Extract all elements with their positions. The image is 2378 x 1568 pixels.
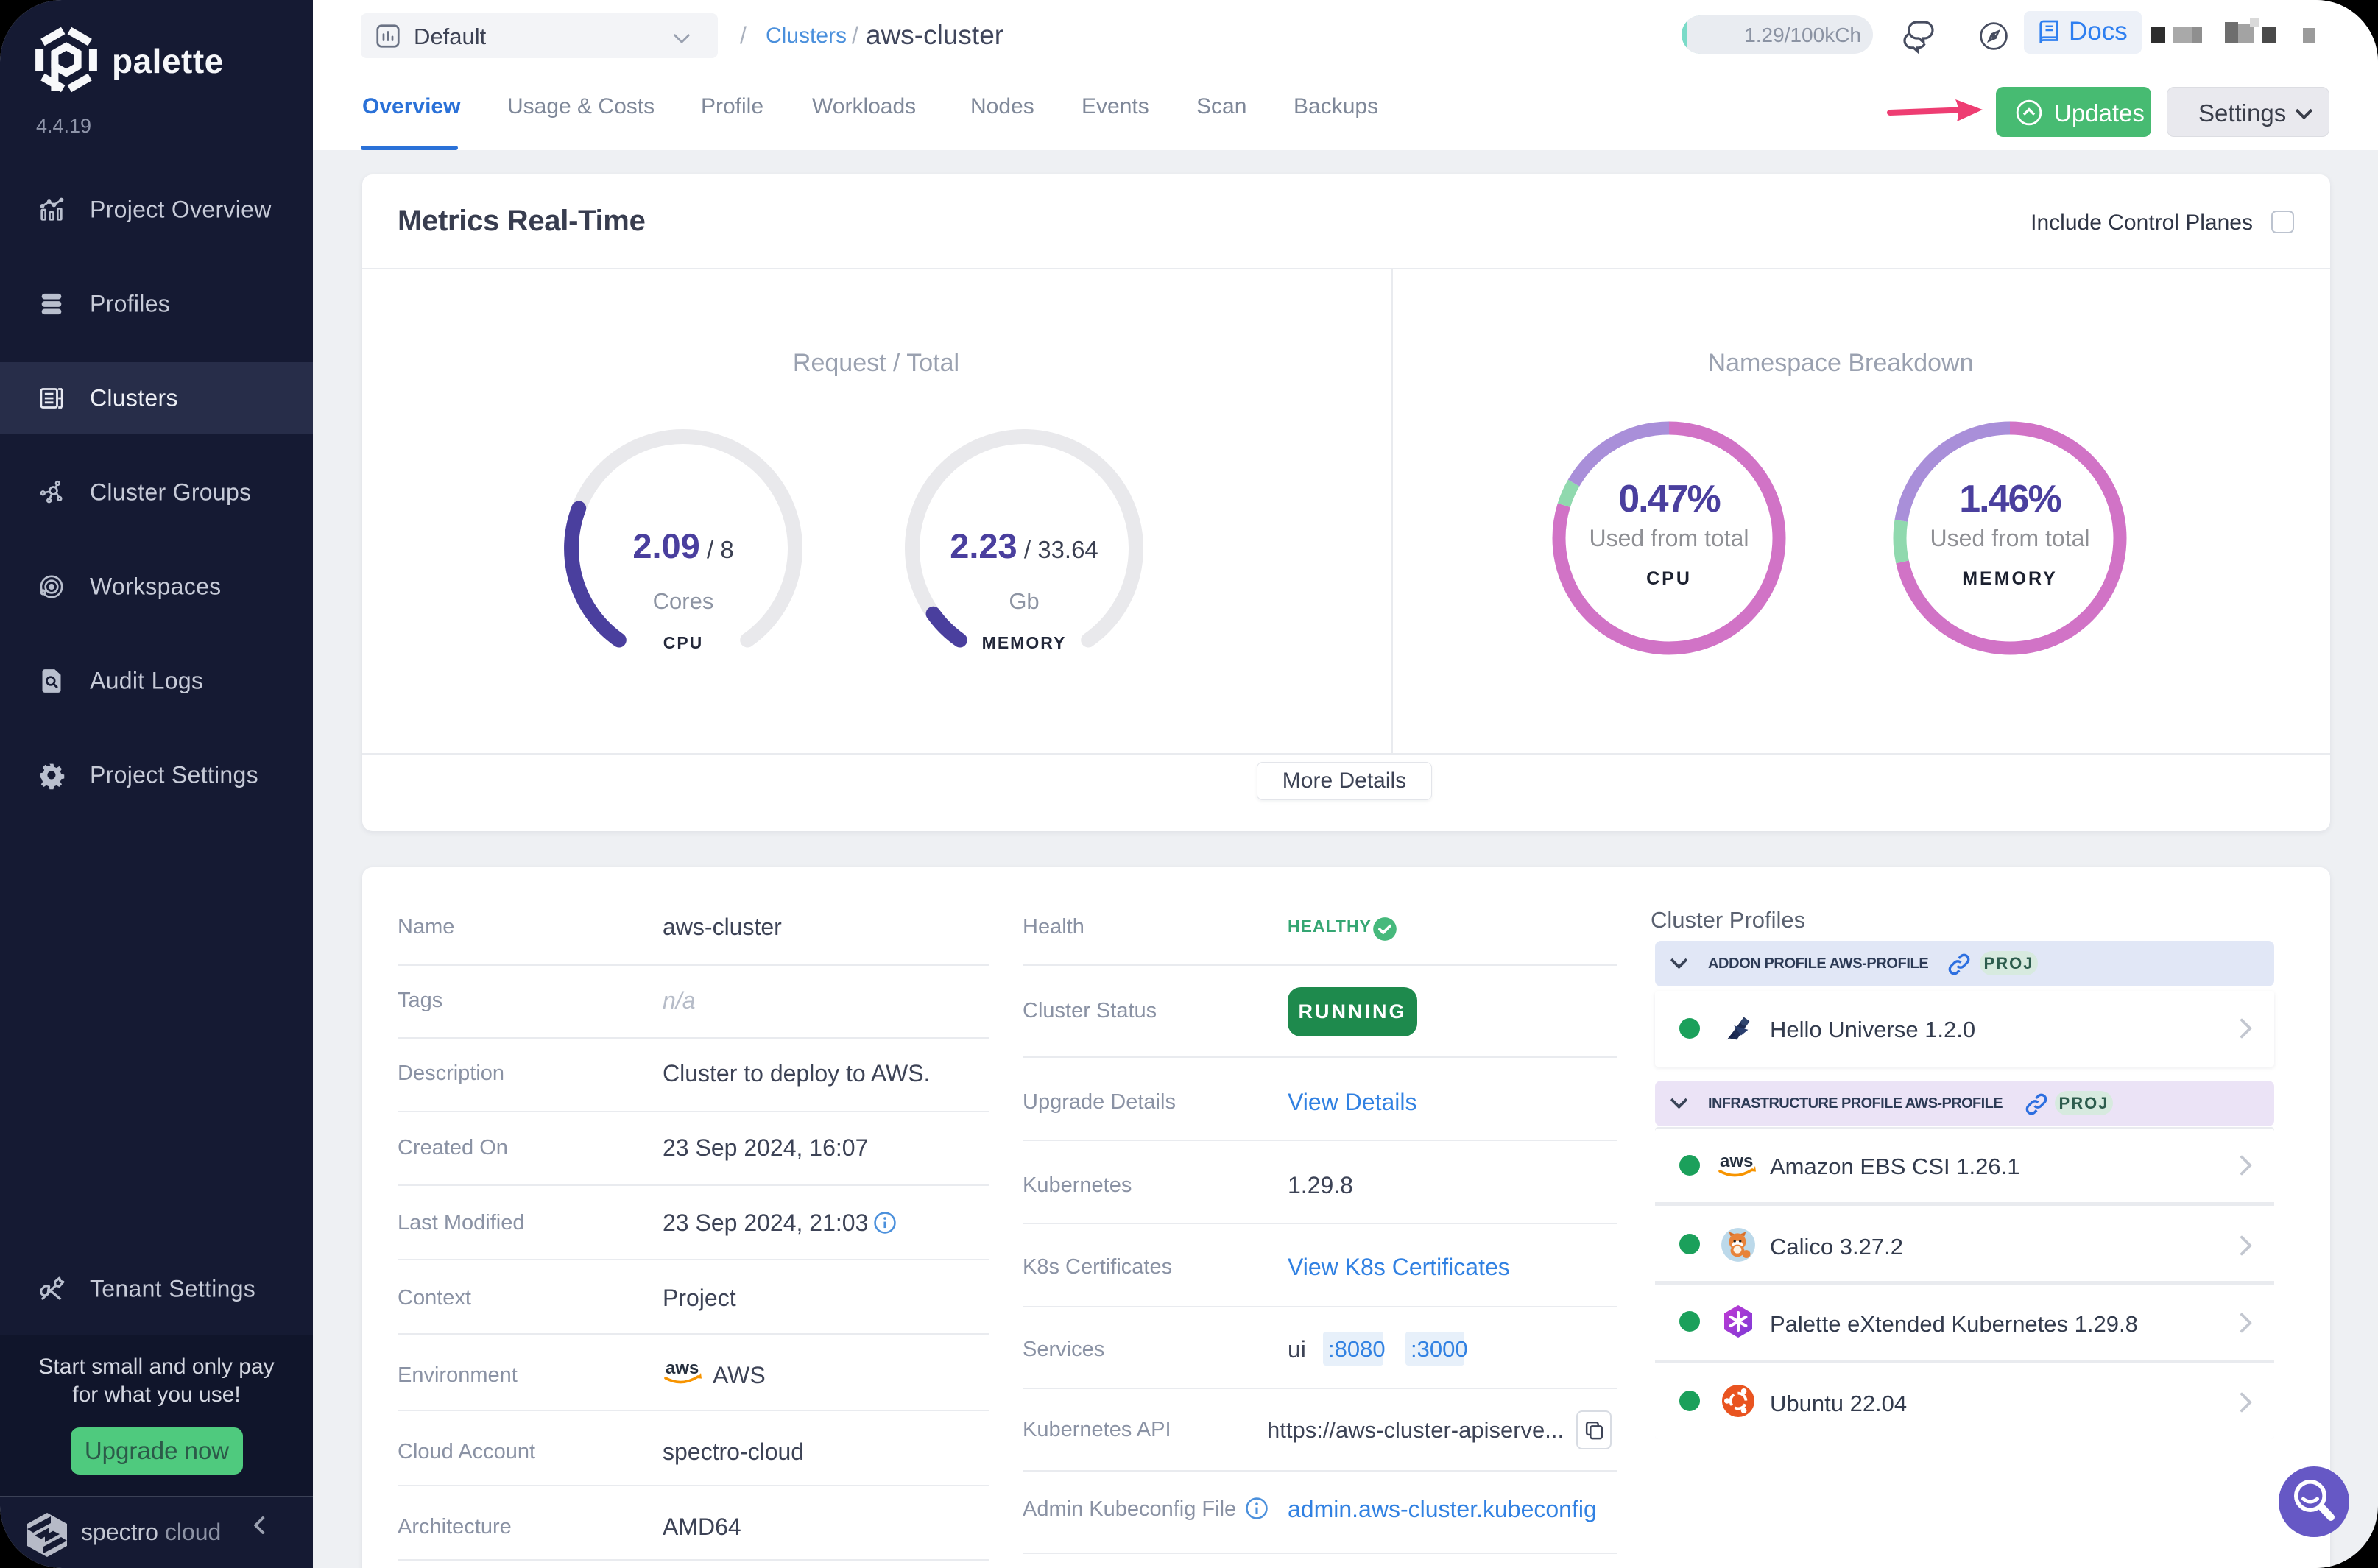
svg-text:aws: aws: [1720, 1151, 1753, 1171]
svg-text:aws: aws: [666, 1358, 699, 1378]
